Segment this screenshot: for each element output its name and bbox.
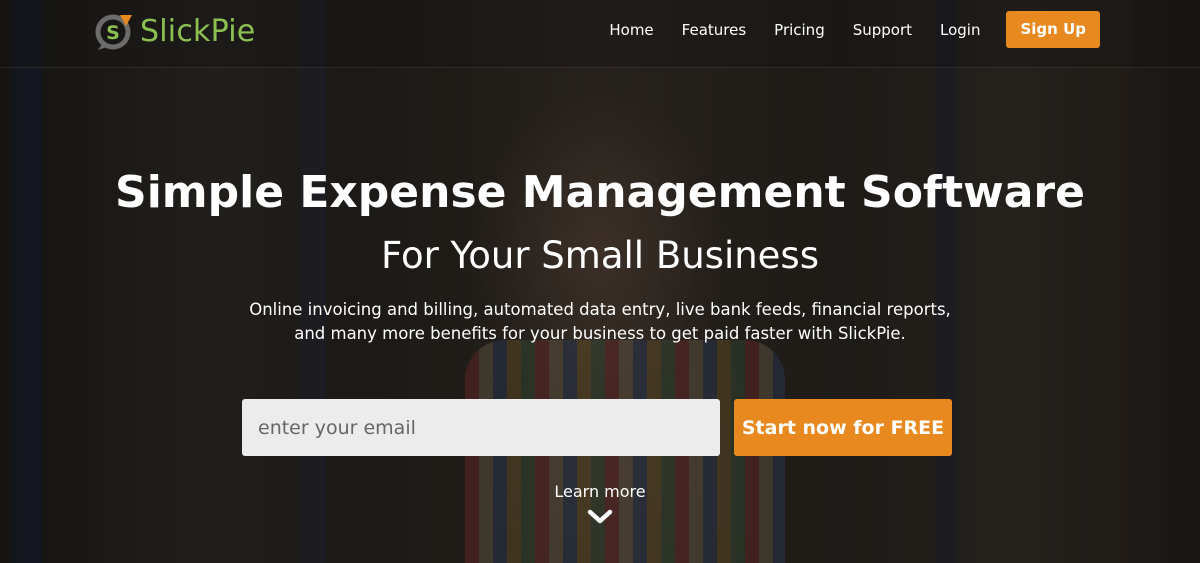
main-nav: Home Features Pricing Support Login Sign… <box>581 11 1100 48</box>
nav-login[interactable]: Login <box>940 21 980 39</box>
svg-text:S: S <box>106 22 120 44</box>
email-input[interactable] <box>242 399 720 456</box>
chevron-down-icon[interactable] <box>587 509 613 525</box>
hero-description-line-2: and many more benefits for your business… <box>294 324 906 343</box>
signup-button[interactable]: Sign Up <box>1006 11 1100 48</box>
hero-description: Online invoicing and billing, automated … <box>200 298 1000 346</box>
hero-subheadline: For Your Small Business <box>380 234 819 277</box>
logo-wordmark: SlickPie <box>140 13 256 49</box>
hero-headline: Simple Expense Management Software <box>115 167 1085 218</box>
nav-support[interactable]: Support <box>853 21 912 39</box>
logo[interactable]: S SlickPie <box>94 8 255 54</box>
hero-description-line-1: Online invoicing and billing, automated … <box>249 300 951 319</box>
nav-home[interactable]: Home <box>609 21 653 39</box>
top-navbar: S SlickPie Home Features Pricing Support… <box>0 0 1200 68</box>
learn-more-link[interactable]: Learn more <box>500 481 700 525</box>
learn-more-label: Learn more <box>554 482 646 501</box>
start-free-button[interactable]: Start now for FREE <box>734 399 952 456</box>
nav-pricing[interactable]: Pricing <box>774 21 825 39</box>
hero-section: S SlickPie Home Features Pricing Support… <box>0 0 1200 563</box>
nav-features[interactable]: Features <box>682 21 747 39</box>
slickpie-logo-icon: S <box>94 11 134 51</box>
